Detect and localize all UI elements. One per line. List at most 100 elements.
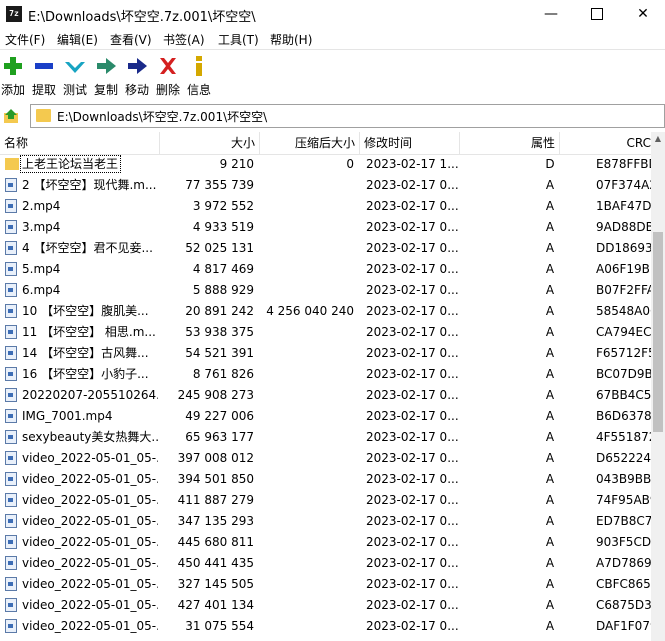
add-button[interactable]: 添加 <box>0 54 26 98</box>
modified-time: 2023-02-17 0... <box>366 598 458 612</box>
file-crc: A7D78694 <box>596 556 651 570</box>
table-row[interactable]: 16 【坏空空】小豹子... 8 761 826 2023-02-17 0... A B… <box>0 364 651 385</box>
address-input[interactable]: E:\Downloads\坏空空.7z.001\坏空空\ <box>30 104 665 128</box>
file-attributes: A <box>545 430 555 444</box>
file-crc: A06F19BD <box>596 262 651 276</box>
table-row[interactable]: sexybeauty美女热舞大... 65 963 177 2023-02-17 0… <box>0 427 651 448</box>
file-attributes: A <box>545 304 555 318</box>
table-row[interactable]: 5.mp4 4 817 469 2023-02-17 0... A A06F19BD <box>0 259 651 280</box>
table-row[interactable]: 6.mp4 5 888 929 2023-02-17 0... A B07F2FFA <box>0 280 651 301</box>
video-file-icon <box>5 598 17 612</box>
scroll-thumb[interactable] <box>653 232 663 432</box>
menu-help[interactable]: 帮助(H) <box>270 31 312 48</box>
column-header-packed[interactable]: 压缩后大小 <box>260 132 360 154</box>
maximize-button[interactable] <box>574 0 620 29</box>
packed-size <box>260 469 354 490</box>
test-button[interactable]: 测试 <box>62 54 88 98</box>
packed-size <box>260 385 354 406</box>
column-header-attributes[interactable]: 属性 <box>460 132 560 154</box>
file-name: 10 【坏空空】腹肌美... <box>22 304 149 318</box>
packed-size <box>260 322 354 343</box>
address-bar: E:\Downloads\坏空空.7z.001\坏空空\ <box>0 101 665 130</box>
video-file-icon <box>5 178 17 192</box>
plus-icon <box>4 57 22 75</box>
table-row[interactable]: video_2022-05-01_05-... 394 501 850 2023-0… <box>0 469 651 490</box>
vertical-scrollbar[interactable]: ▲ <box>651 132 665 641</box>
scroll-up-arrow-icon[interactable]: ▲ <box>651 132 665 146</box>
table-row[interactable]: 3.mp4 4 933 519 2023-02-17 0... A 9AD88DB9 <box>0 217 651 238</box>
table-row[interactable]: video_2022-05-01_05-... 347 135 293 2023-0… <box>0 511 651 532</box>
table-row[interactable]: 2.mp4 3 972 552 2023-02-17 0... A 1BAF47D4 <box>0 196 651 217</box>
packed-size <box>260 595 354 616</box>
table-row[interactable]: video_2022-05-01_05-... 397 008 012 2023-0… <box>0 448 651 469</box>
maximize-icon <box>591 8 603 20</box>
table-row[interactable]: IMG_7001.mp4 49 227 006 2023-02-17 0... A B6… <box>0 406 651 427</box>
extract-button[interactable]: 提取 <box>31 54 57 98</box>
info-button[interactable]: 信息 <box>186 54 212 98</box>
video-file-icon <box>5 367 17 381</box>
file-crc: 043B9BBA <box>596 472 651 486</box>
table-row[interactable]: 11 【坏空空】 相思.m... 53 938 375 2023-02-17 0..… <box>0 322 651 343</box>
table-row[interactable]: video_2022-05-01_05-... 31 075 554 2023-02… <box>0 616 651 637</box>
file-name: IMG_7001.mp4 <box>22 409 113 423</box>
minimize-button[interactable]: — <box>528 0 574 29</box>
table-row[interactable]: video_2022-05-01_05-... 445 680 811 2023-0… <box>0 532 651 553</box>
file-name: video_2022-05-01_05-... <box>22 556 158 570</box>
file-attributes: A <box>545 556 555 570</box>
copy-button[interactable]: 复制 <box>93 54 119 98</box>
up-folder-icon[interactable] <box>3 108 21 124</box>
file-attributes: A <box>545 598 555 612</box>
file-crc: DAF1F079 <box>596 619 651 633</box>
column-header-size[interactable]: 大小 <box>160 132 260 154</box>
move-arrow-icon <box>128 58 147 74</box>
modified-time: 2023-02-17 0... <box>366 472 458 486</box>
file-name: 6.mp4 <box>22 283 61 297</box>
file-attributes: A <box>545 283 555 297</box>
file-crc: CBFC8655 <box>596 577 651 591</box>
column-header-crc[interactable]: CRC <box>560 132 652 154</box>
menu-view[interactable]: 查看(V) <box>110 31 152 48</box>
close-button[interactable]: ✕ <box>620 0 665 29</box>
move-button[interactable]: 移动 <box>124 54 150 98</box>
packed-size <box>260 532 354 553</box>
packed-size: 4 256 040 240 <box>266 304 354 318</box>
file-name: video_2022-05-01_05-... <box>22 451 158 465</box>
file-name: video_2022-05-01_05-... <box>22 514 158 528</box>
table-row[interactable]: 4 【坏空空】君不见妾... 52 025 131 2023-02-17 0... A… <box>0 238 651 259</box>
file-list: 上老王论坛当老王 9 210 0 2023-02-17 1... D E878FFBD 2 … <box>0 154 651 641</box>
delete-button[interactable]: 删除 <box>155 54 181 98</box>
table-row[interactable]: 上老王论坛当老王 9 210 0 2023-02-17 1... D E878FFBD <box>0 154 651 175</box>
table-row[interactable]: 20220207-205510264... 245 908 273 2023-02-… <box>0 385 651 406</box>
table-row[interactable]: 10 【坏空空】腹肌美... 20 891 242 4 256 040 240 202… <box>0 301 651 322</box>
menu-edit[interactable]: 编辑(E) <box>57 31 98 48</box>
modified-time: 2023-02-17 0... <box>366 430 458 444</box>
table-row[interactable]: video_2022-05-01_05-... 327 145 505 2023-0… <box>0 574 651 595</box>
video-file-icon <box>5 199 17 213</box>
file-size: 5 888 929 <box>192 283 254 297</box>
file-name: 上老王论坛当老王 <box>22 157 119 171</box>
file-size: 8 761 826 <box>192 367 254 381</box>
menu-bookmarks[interactable]: 书签(A) <box>163 31 205 48</box>
table-row[interactable]: video_2022-05-01_05-... 450 441 435 2023-0… <box>0 553 651 574</box>
table-row[interactable]: 14 【坏空空】古风舞... 54 521 391 2023-02-17 0... A… <box>0 343 651 364</box>
modified-time: 2023-02-17 0... <box>366 262 458 276</box>
file-attributes: A <box>545 619 555 633</box>
column-header-modified[interactable]: 修改时间 <box>360 132 460 154</box>
file-size: 52 025 131 <box>185 241 254 255</box>
modified-time: 2023-02-17 0... <box>366 577 458 591</box>
column-header-name[interactable]: 名称 <box>0 132 160 154</box>
file-name: 11 【坏空空】 相思.m... <box>22 325 156 339</box>
table-row[interactable]: video_2022-05-01_05-... 411 887 279 2023-0… <box>0 490 651 511</box>
table-row[interactable]: 2 【坏空空】现代舞.m... 77 355 739 2023-02-17 0...… <box>0 175 651 196</box>
menu-tools[interactable]: 工具(T) <box>218 31 259 48</box>
packed-size <box>260 217 354 238</box>
info-label: 信息 <box>186 83 211 97</box>
video-file-icon <box>5 430 17 444</box>
table-row[interactable]: video_2022-05-01_05-... 427 401 134 2023-0… <box>0 595 651 616</box>
packed-size <box>260 175 354 196</box>
menu-file[interactable]: 文件(F) <box>5 31 45 48</box>
file-attributes: A <box>545 262 555 276</box>
file-crc: C6875D36 <box>596 598 651 612</box>
video-file-icon <box>5 325 17 339</box>
file-size: 53 938 375 <box>185 325 254 339</box>
